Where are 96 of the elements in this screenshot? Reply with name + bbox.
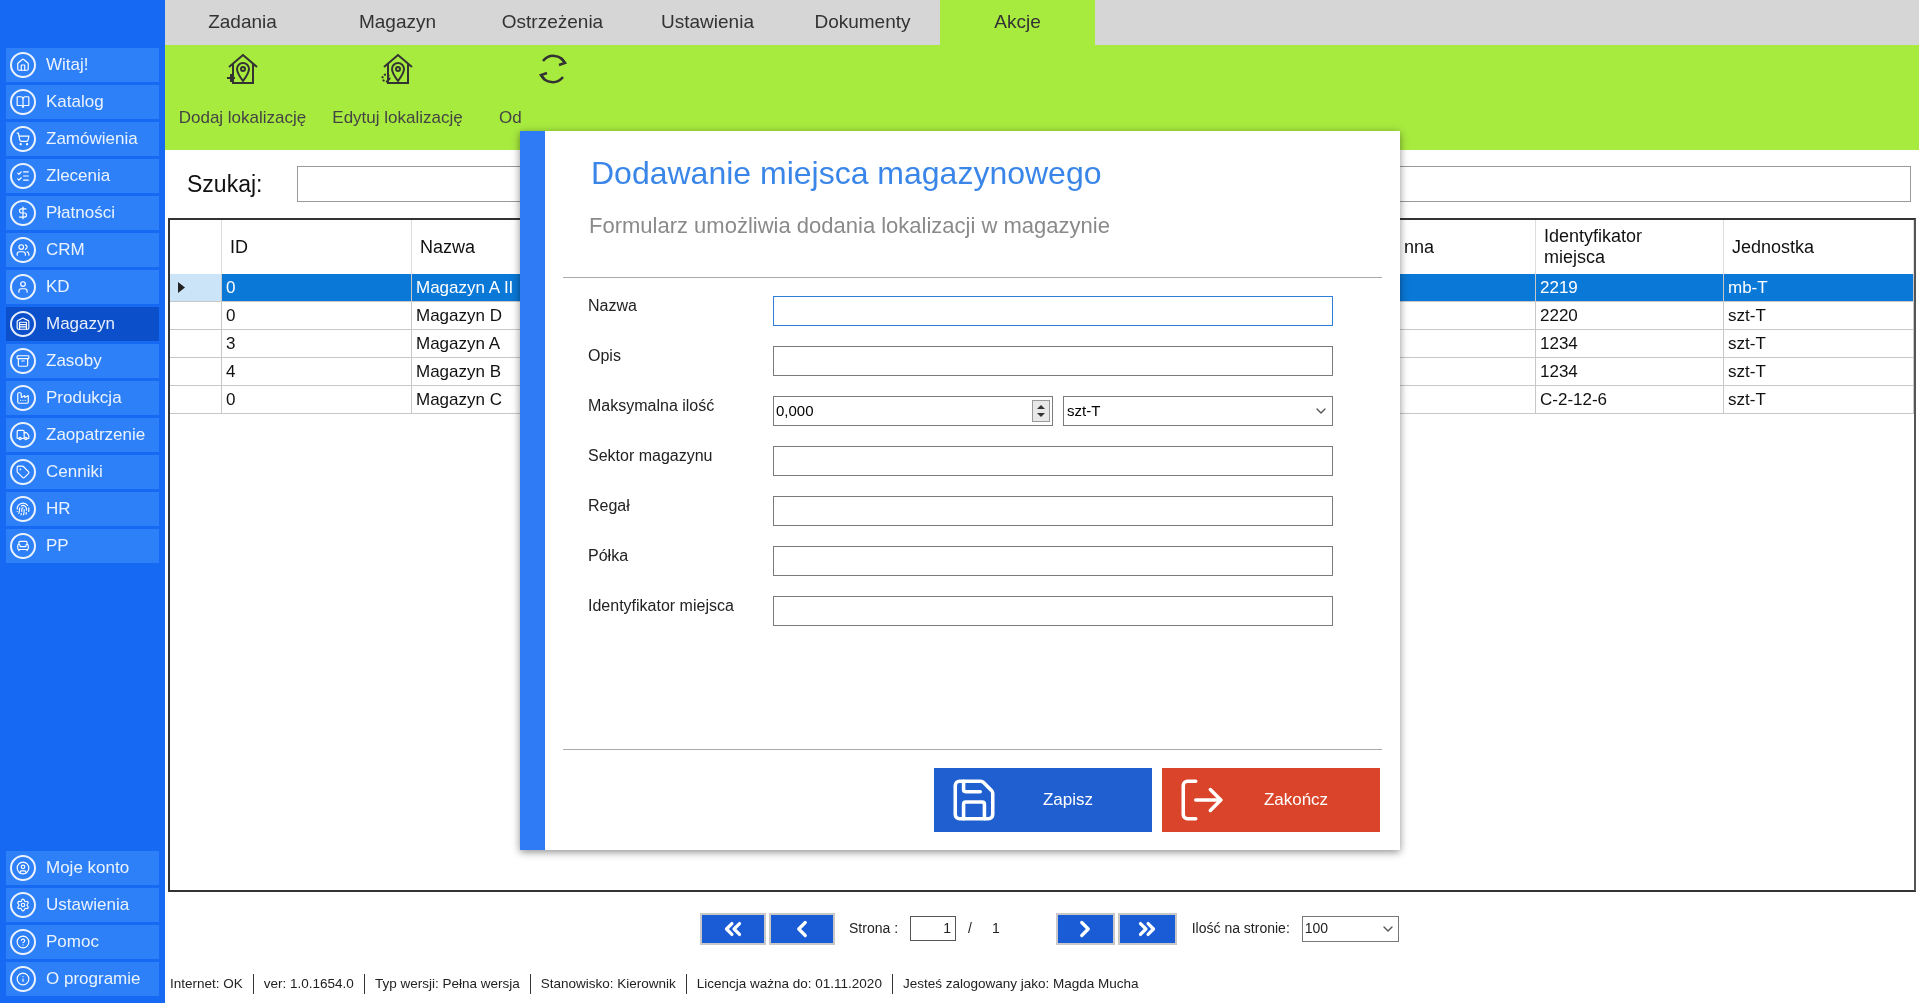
per-page-label: Ilość na stronie:	[1191, 919, 1290, 938]
home-icon	[10, 52, 36, 78]
previous-page-button[interactable]	[769, 912, 835, 945]
dialog-title: Dodawanie miejsca magazynowego	[591, 154, 1103, 193]
status-text: Internet: OK	[170, 974, 243, 993]
close-button[interactable]: Zakończ	[1162, 768, 1380, 832]
sidebar-item[interactable]: Witaj!	[6, 48, 159, 82]
dialog-subtitle: Formularz umożliwia dodania lokalizacji w magazynie	[589, 212, 1111, 240]
book-icon	[10, 89, 36, 115]
text-field[interactable]	[773, 346, 1333, 376]
sidebar-item[interactable]: Płatności	[6, 196, 159, 230]
toolbar-button[interactable]: Edytuj lokalizację	[320, 45, 475, 150]
table-cell: 2220	[1536, 302, 1724, 330]
row-pointer-icon	[178, 282, 185, 293]
sidebar-item[interactable]: Zlecenia	[6, 159, 159, 193]
sidebar-item[interactable]: Produkcja	[6, 381, 159, 415]
text-field[interactable]	[773, 446, 1333, 476]
table-cell: 1234	[1536, 358, 1724, 386]
sidebar-item[interactable]: Zasoby	[6, 344, 159, 378]
first-page-button[interactable]	[700, 912, 766, 945]
dollar-icon	[10, 200, 36, 226]
save-button[interactable]: Zapisz	[934, 768, 1152, 832]
list-icon	[10, 163, 36, 189]
tab[interactable]: Dokumenty	[785, 0, 940, 45]
text-field[interactable]	[773, 496, 1333, 526]
settings-icon	[10, 892, 36, 918]
unit-dropdown[interactable]: szt-T	[1063, 396, 1333, 426]
sidebar-item[interactable]: O programie	[6, 962, 159, 996]
field-label: Identyfikator miejsca	[588, 596, 735, 616]
spinner-icon[interactable]	[1032, 400, 1050, 422]
number-field[interactable]: 0,000	[773, 396, 1053, 426]
tab[interactable]: Akcje	[940, 0, 1095, 45]
sidebar-item[interactable]: Magazyn	[6, 307, 159, 341]
sidebar-item[interactable]: Pomoc	[6, 925, 159, 959]
status-text: Licencja ważna do: 01.11.2020	[685, 973, 882, 995]
sidebar-item[interactable]: Moje konto	[6, 851, 159, 885]
sidebar-item[interactable]: PP	[6, 529, 159, 563]
status-text: Stanowisko: Kierownik	[529, 973, 676, 995]
account-icon	[10, 855, 36, 881]
person-icon	[10, 274, 36, 300]
per-page-dropdown[interactable]: 100	[1301, 915, 1399, 942]
field-label: Regał	[588, 496, 631, 516]
sidebar-item[interactable]: KD	[6, 270, 159, 304]
status-text: Typ wersji: Pełna wersja	[363, 973, 520, 995]
tag-icon	[10, 459, 36, 485]
sidebar-item[interactable]: CRM	[6, 233, 159, 267]
help-icon	[10, 929, 36, 955]
page-field[interactable]: 1	[910, 916, 957, 941]
table-cell: 1234	[1536, 330, 1724, 358]
sidebar-item[interactable]: HR	[6, 492, 159, 526]
chair-icon	[10, 533, 36, 559]
sidebar-item[interactable]: Ustawienia	[6, 888, 159, 922]
table-cell: szt-T	[1724, 302, 1914, 330]
field-label: Maksymalna ilość	[588, 396, 716, 416]
table-cell: 0	[222, 274, 412, 302]
toolbar-button[interactable]: Od	[475, 45, 630, 150]
tab[interactable]: Zadania	[165, 0, 320, 45]
search-label: Szukaj:	[187, 169, 263, 199]
toolbar-button[interactable]: Dodaj lokalizację	[165, 45, 320, 150]
text-field[interactable]	[773, 596, 1333, 626]
tab[interactable]: Magazyn	[320, 0, 475, 45]
sidebar-item[interactable]: Zamówienia	[6, 122, 159, 156]
table-cell: 4	[222, 358, 412, 386]
text-field[interactable]	[773, 546, 1333, 576]
field-label: Półka	[588, 546, 630, 566]
sidebar-item[interactable]: Zaopatrzenie	[6, 418, 159, 452]
fingerprint-icon	[10, 496, 36, 522]
sidebar-item[interactable]: Cenniki	[6, 455, 159, 489]
sidebar-item[interactable]: Katalog	[6, 85, 159, 119]
text-field[interactable]	[773, 296, 1333, 326]
next-page-button[interactable]	[1055, 912, 1115, 945]
archive-icon	[10, 348, 36, 374]
tab[interactable]: Ustawienia	[630, 0, 785, 45]
warehouse-icon	[10, 311, 36, 337]
truck-icon	[10, 422, 36, 448]
factory-icon	[10, 385, 36, 411]
field-label: Sektor magazynu	[588, 446, 714, 466]
table-cell: szt-T	[1724, 358, 1914, 386]
page-label: Strona :	[849, 919, 899, 938]
table-cell: szt-T	[1724, 386, 1914, 414]
page-total: 1	[991, 919, 1000, 938]
info-icon	[10, 966, 36, 992]
table-cell: 2219	[1536, 274, 1724, 302]
status-text: ver: 1.0.1654.0	[252, 973, 354, 995]
table-cell: 0	[222, 386, 412, 414]
table-cell: 0	[222, 302, 412, 330]
page-separator: /	[968, 919, 972, 938]
tab[interactable]: Ostrzeżenia	[475, 0, 630, 45]
cart-icon	[10, 126, 36, 152]
people-icon	[10, 237, 36, 263]
status-text: Jesteś zalogowany jako: Magda Mucha	[891, 973, 1139, 995]
table-cell: 3	[222, 330, 412, 358]
last-page-button[interactable]	[1117, 912, 1177, 945]
table-cell: szt-T	[1724, 330, 1914, 358]
table-cell: mb-T	[1724, 274, 1914, 302]
table-cell: C-2-12-6	[1536, 386, 1724, 414]
